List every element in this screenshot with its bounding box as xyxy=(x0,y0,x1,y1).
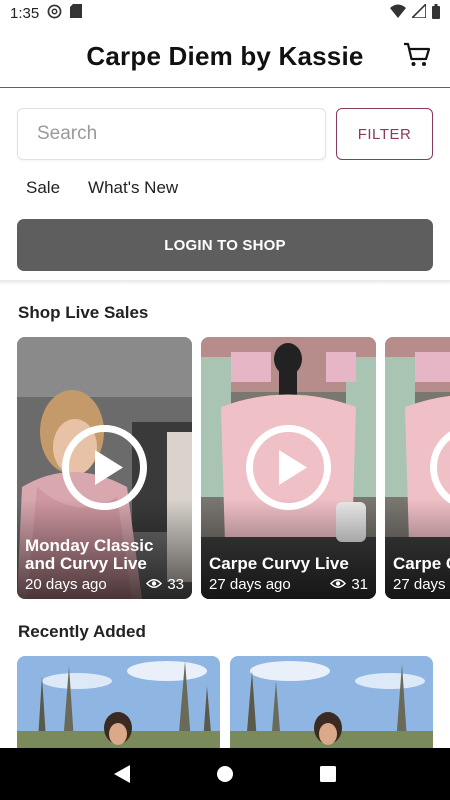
live-sale-title: Monday Classic and Curvy Live xyxy=(25,536,154,573)
status-right xyxy=(390,2,440,23)
live-sale-age: 27 days ago xyxy=(209,576,291,593)
live-sale-age: 27 days xyxy=(393,576,446,593)
live-sale-age: 20 days ago xyxy=(25,576,107,593)
at-sign-icon xyxy=(47,4,62,23)
cellular-signal-icon xyxy=(410,2,427,22)
system-nav-bar xyxy=(0,748,450,800)
filter-button[interactable]: FILTER xyxy=(336,108,433,160)
status-left: 1:35 xyxy=(10,4,83,23)
search-row: FILTER xyxy=(17,108,433,160)
product-image xyxy=(230,656,433,748)
status-bar: 1:35 xyxy=(0,0,450,26)
battery-icon xyxy=(432,3,440,23)
live-sale-card[interactable]: Carpe C 27 days xyxy=(385,337,450,599)
recents-icon[interactable] xyxy=(316,762,340,786)
live-sale-meta: 27 days ago 31 xyxy=(209,576,368,593)
status-time: 1:35 xyxy=(10,4,40,22)
live-sale-card[interactable]: Monday Classic and Curvy Live 20 days ag… xyxy=(17,337,192,599)
recently-added-carousel[interactable] xyxy=(17,656,450,748)
product-card[interactable] xyxy=(17,656,220,748)
eye-icon xyxy=(330,576,347,593)
live-sales-carousel[interactable]: Monday Classic and Curvy Live 20 days ag… xyxy=(17,337,450,599)
section-title-recently-added: Recently Added xyxy=(18,622,146,641)
play-icon[interactable] xyxy=(61,424,148,511)
quick-links: Sale What's New xyxy=(26,178,178,198)
section-title-live-sales: Shop Live Sales xyxy=(18,303,149,322)
live-sale-view-count: 33 xyxy=(167,576,184,593)
cart-button[interactable] xyxy=(402,42,432,72)
play-icon[interactable] xyxy=(429,424,450,511)
search-input[interactable] xyxy=(17,108,326,160)
quick-link-sale[interactable]: Sale xyxy=(26,178,60,198)
back-icon[interactable] xyxy=(110,762,134,786)
wifi-icon xyxy=(390,4,406,22)
live-sale-views: 33 xyxy=(146,576,184,593)
play-icon[interactable] xyxy=(245,424,332,511)
live-sale-view-count: 31 xyxy=(351,576,368,593)
live-sale-title: Carpe Curvy Live xyxy=(209,554,349,573)
section-divider xyxy=(0,280,450,284)
sd-card-icon xyxy=(70,4,83,22)
login-to-shop-button[interactable]: LOGIN TO SHOP xyxy=(17,219,433,271)
live-sale-meta: 20 days ago 33 xyxy=(25,576,184,593)
shopping-cart-icon xyxy=(403,42,431,73)
app-title: Carpe Diem by Kassie xyxy=(86,41,364,71)
product-image xyxy=(17,656,220,748)
live-sale-meta: 27 days xyxy=(393,576,450,593)
app-header: Carpe Diem by Kassie xyxy=(0,26,450,88)
eye-icon xyxy=(146,576,163,593)
live-sale-card[interactable]: Carpe Curvy Live 27 days ago 31 xyxy=(201,337,376,599)
live-sale-views: 31 xyxy=(330,576,368,593)
live-sale-title: Carpe C xyxy=(393,554,450,573)
product-card[interactable] xyxy=(230,656,433,748)
home-icon[interactable] xyxy=(213,762,237,786)
quick-link-whats-new[interactable]: What's New xyxy=(88,178,178,198)
